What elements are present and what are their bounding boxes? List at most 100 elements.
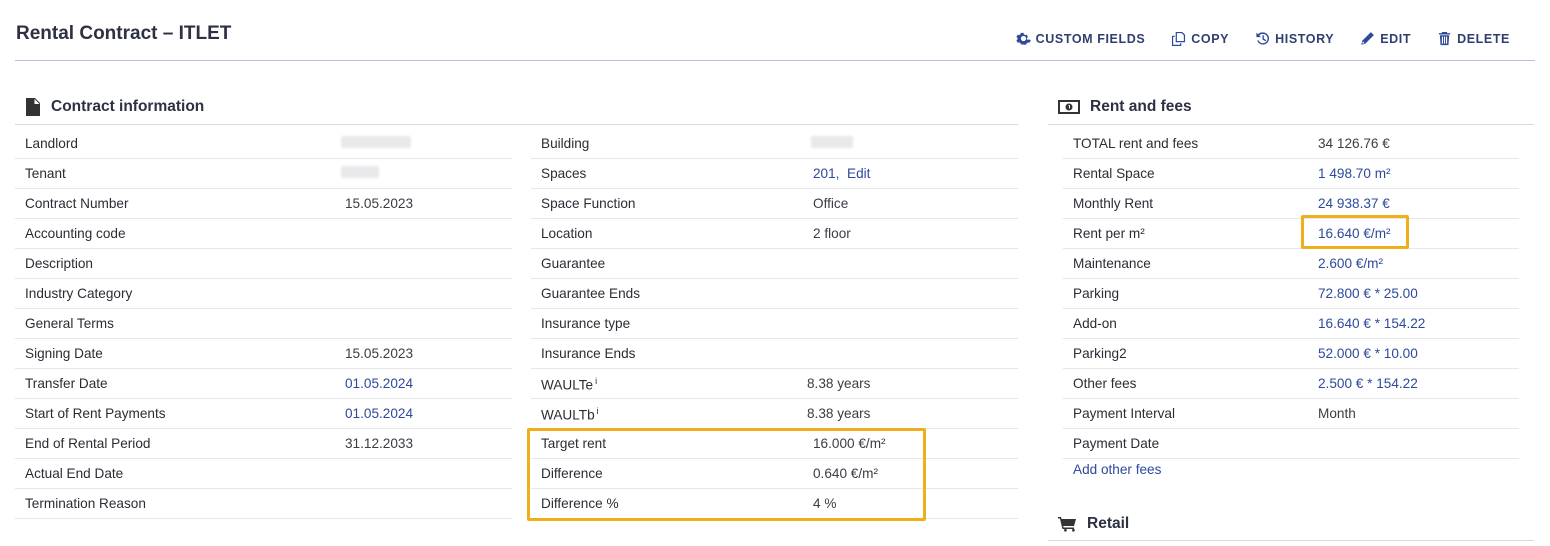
industry-category-label: Industry Category (25, 286, 133, 301)
table-row: Guarantee Ends (531, 279, 1018, 309)
parking-label: Parking (1073, 286, 1120, 301)
total-rent-label: TOTAL rent and fees (1073, 136, 1199, 151)
gear-icon (1016, 32, 1031, 45)
monthly-rent-value[interactable]: 24 938.37 € (1318, 196, 1390, 211)
spaces-edit-link[interactable]: Edit (847, 166, 870, 181)
contract-section-divider (15, 124, 1018, 125)
parking2-value[interactable]: 52.000 € * 10.00 (1318, 346, 1418, 361)
rental-space-value[interactable]: 1 498.70 m² (1318, 166, 1391, 181)
monthly-rent-label: Monthly Rent (1073, 196, 1154, 211)
table-row: Other fees 2.500 € * 154.22 (1063, 369, 1519, 399)
insurance-ends-label: Insurance Ends (541, 346, 636, 361)
table-row: Building (531, 129, 1018, 159)
table-row: Actual End Date (15, 459, 512, 489)
table-row: TOTAL rent and fees 34 126.76 € (1063, 129, 1519, 159)
delete-button[interactable]: DELETE (1437, 31, 1510, 46)
start-of-rent-payments-value[interactable]: 01.05.2024 (345, 406, 413, 421)
rent-per-m2-value[interactable]: 16.640 €/m² (1318, 226, 1391, 241)
copy-label: COPY (1191, 31, 1230, 46)
landlord-value (341, 136, 411, 151)
table-row: Description (15, 249, 512, 279)
info-icon[interactable]: i (597, 406, 599, 416)
table-row: WAULTb i 8.38 years (531, 399, 1018, 429)
tenant-value (341, 166, 379, 181)
contract-number-label: Contract Number (25, 196, 129, 211)
signing-date-value: 15.05.2023 (345, 346, 414, 361)
table-row: Termination Reason (15, 489, 512, 519)
difference-percent-label: Difference % (541, 496, 619, 511)
building-label: Building (541, 136, 590, 151)
end-of-rental-period-label: End of Rental Period (25, 436, 151, 451)
table-row: Transfer Date 01.05.2024 (15, 369, 512, 399)
add-on-value[interactable]: 16.640 € * 154.22 (1318, 316, 1425, 331)
retail-heading: Retail (1058, 515, 1129, 533)
info-icon[interactable]: i (595, 376, 597, 386)
rent-and-fees-heading: Rent and fees (1058, 98, 1192, 116)
table-row: End of Rental Period 31.12.2033 (15, 429, 512, 459)
table-row: Insurance Ends (531, 339, 1018, 369)
waulte-label: WAULTe i (541, 376, 597, 393)
spaces-value[interactable]: 201, (813, 166, 839, 181)
table-row: Target rent 16.000 €/m² (531, 429, 1018, 459)
cart-icon (1058, 517, 1076, 532)
contract-table-left: Landlord Tenant Contract Number 15.05.202… (15, 129, 512, 519)
table-row: Maintenance 2.600 €/m² (1063, 249, 1519, 279)
insurance-type-label: Insurance type (541, 316, 631, 331)
add-on-label: Add-on (1073, 316, 1117, 331)
signing-date-label: Signing Date (25, 346, 103, 361)
custom-fields-label: CUSTOM FIELDS (1035, 31, 1146, 46)
guarantee-ends-label: Guarantee Ends (541, 286, 640, 301)
start-of-rent-payments-label: Start of Rent Payments (25, 406, 166, 421)
history-icon (1256, 32, 1270, 45)
copy-button[interactable]: COPY (1171, 31, 1229, 46)
target-rent-label: Target rent (541, 436, 606, 451)
table-row: Landlord (15, 129, 512, 159)
maintenance-label: Maintenance (1073, 256, 1151, 271)
retail-title: Retail (1087, 515, 1130, 532)
table-row: Rental Space 1 498.70 m² (1063, 159, 1519, 189)
end-of-rental-period-value: 31.12.2033 (345, 436, 414, 451)
difference-value: 0.640 €/m² (813, 466, 878, 481)
pencil-icon (1361, 32, 1375, 45)
custom-fields-button[interactable]: CUSTOM FIELDS (1016, 31, 1146, 46)
difference-label: Difference (541, 466, 603, 481)
contract-table-right: Building Spaces 201, Edit Space Function Of… (531, 129, 1018, 519)
difference-percent-value: 4 % (813, 496, 837, 511)
money-icon (1058, 100, 1080, 114)
table-row: Location 2 floor (531, 219, 1018, 249)
maintenance-value[interactable]: 2.600 €/m² (1318, 256, 1383, 271)
actual-end-date-label: Actual End Date (25, 466, 124, 481)
transfer-date-value[interactable]: 01.05.2024 (345, 376, 413, 391)
table-row: Signing Date 15.05.2023 (15, 339, 512, 369)
table-row: Add-on 16.640 € * 154.22 (1063, 309, 1519, 339)
building-value (811, 136, 853, 151)
add-other-fees-link[interactable]: Add other fees (1073, 462, 1161, 477)
general-terms-label: General Terms (25, 316, 114, 331)
contract-information-heading: Contract information (25, 98, 204, 116)
table-row: Accounting code (15, 219, 512, 249)
location-value: 2 floor (813, 226, 851, 241)
document-icon (26, 98, 40, 116)
edit-button[interactable]: EDIT (1360, 31, 1411, 46)
parking-value[interactable]: 72.800 € * 25.00 (1318, 286, 1418, 301)
table-row: Parking 72.800 € * 25.00 (1063, 279, 1519, 309)
other-fees-value[interactable]: 2.500 € * 154.22 (1318, 376, 1418, 391)
page-title: Rental Contract – ITLET (16, 23, 232, 44)
description-label: Description (25, 256, 93, 271)
rent-per-m2-label: Rent per m² (1073, 226, 1145, 241)
history-button[interactable]: HISTORY (1255, 31, 1334, 46)
table-row: Tenant (15, 159, 512, 189)
header-divider (15, 60, 1535, 61)
delete-label: DELETE (1457, 31, 1510, 46)
waulte-label-text: WAULTe (541, 377, 594, 393)
payment-interval-label: Payment Interval (1073, 406, 1175, 421)
contract-number-value: 15.05.2023 (345, 196, 414, 211)
history-label: HISTORY (1275, 31, 1335, 46)
other-fees-label: Other fees (1073, 376, 1137, 391)
rent-and-fees-title: Rent and fees (1090, 98, 1192, 115)
copy-icon (1172, 31, 1186, 46)
rental-space-label: Rental Space (1073, 166, 1155, 181)
table-row: Space Function Office (531, 189, 1018, 219)
table-row: Difference 0.640 €/m² (531, 459, 1018, 489)
termination-reason-label: Termination Reason (25, 496, 146, 511)
